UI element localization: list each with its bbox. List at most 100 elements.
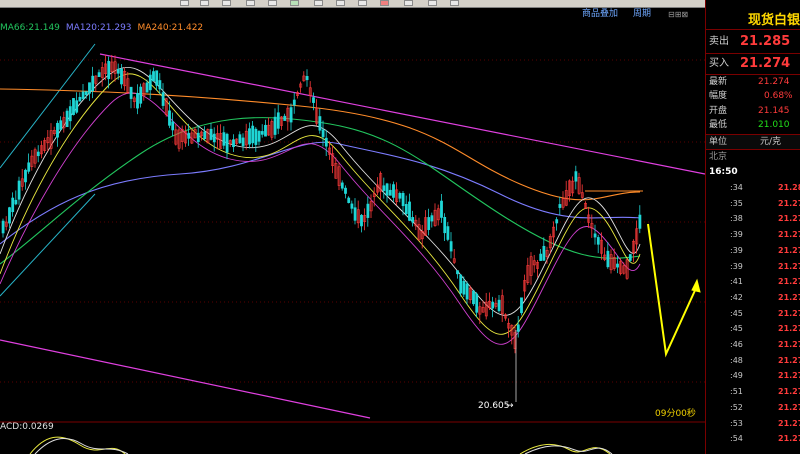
toolbar-button-icon[interactable] [180, 0, 189, 6]
toolbar-button-icon[interactable] [450, 0, 459, 6]
candle-body [8, 207, 11, 224]
tick-price: 21.27 [778, 387, 800, 397]
tick-price: 21.27 [778, 230, 800, 240]
tick-price: 21.27 [778, 434, 800, 444]
tick-row: :34 21.28 [706, 180, 800, 195]
candle-body [388, 189, 392, 196]
candle-body [353, 207, 357, 221]
candle-body [283, 115, 287, 121]
tick-price: 21.27 [778, 245, 800, 255]
tick-price: 21.27 [778, 198, 800, 208]
candle-body [411, 217, 415, 223]
candle-body [27, 162, 31, 172]
candle-body [628, 254, 632, 261]
period-button[interactable]: 周期 [633, 8, 651, 21]
latest-row: 最新 21.274 [706, 75, 800, 89]
candlestick-chart[interactable]: 20.605 → [0, 34, 705, 420]
candle-body [148, 74, 152, 91]
tick-time: :42 [730, 292, 743, 302]
toolbar-button-icon[interactable] [336, 0, 345, 6]
candle-body [465, 283, 469, 300]
tick-price: 21.27 [778, 418, 800, 428]
candle-body [392, 184, 395, 198]
candle-body [171, 121, 175, 131]
candle-body [152, 71, 155, 82]
candle-body [324, 137, 328, 147]
candle-body [385, 183, 389, 196]
tick-time: :51 [730, 387, 743, 397]
toolbar [0, 0, 800, 8]
candle-body [312, 97, 315, 103]
tick-time: :39 [730, 230, 743, 240]
window-controls-icon[interactable]: ⊟⊞⊠ [668, 8, 688, 21]
toolbar-button-icon[interactable] [290, 0, 299, 6]
candle-body [558, 204, 562, 208]
candle-body [318, 116, 322, 131]
support-line [0, 193, 96, 297]
tick-price: 21.27 [778, 340, 800, 349]
quote-title-bar: 现货白银 [706, 7, 800, 29]
toolbar-button-icon[interactable] [358, 0, 367, 6]
candle-body [427, 217, 431, 230]
candle-body [81, 91, 85, 99]
buy-label: 买入 [709, 58, 729, 69]
tick-price: 21.27 [778, 261, 800, 271]
chart-menubar: 商品叠加 周期 ⊟⊞⊠ [0, 8, 705, 21]
city-row: 北京 [706, 150, 800, 164]
quote-time: 16:50 [709, 167, 738, 177]
change-percent: 0.68% [764, 91, 793, 101]
low-price-label: 20.605 [478, 401, 510, 411]
toolbar-button-icon[interactable] [268, 0, 277, 6]
candle-body [187, 132, 191, 139]
candle-body [222, 132, 226, 146]
tick-row: :46 21.27 [706, 337, 800, 352]
tick-row: :39 21.27 [706, 227, 800, 242]
candle-body [254, 128, 258, 145]
candle-body [276, 112, 280, 129]
toolbar-button-icon[interactable] [314, 0, 323, 6]
candle-body [638, 214, 642, 229]
candle-body [248, 128, 251, 145]
time-row: 16:50 [706, 165, 800, 179]
candle-body [155, 70, 159, 86]
candle-body [88, 82, 91, 94]
candle-body [24, 169, 27, 183]
toolbar-button-icon[interactable] [428, 0, 437, 6]
candle-body [446, 226, 450, 240]
ma240-label: MA240:21.422 [137, 23, 204, 33]
sell-price: 21.285 [740, 34, 791, 49]
latest-price: 21.274 [758, 77, 790, 87]
lower-channel-line [0, 339, 371, 419]
change-row: 幅度 0.68% [706, 89, 800, 103]
upper-channel-line [99, 53, 705, 175]
tick-time: :39 [730, 261, 743, 271]
candle-body [491, 301, 495, 309]
tick-time: :52 [730, 402, 743, 412]
candle-body [78, 96, 82, 102]
latest-label: 最新 [709, 77, 728, 87]
tick-price: 21.27 [778, 214, 800, 224]
candle-body [516, 324, 520, 332]
candle-body [404, 204, 408, 215]
quote-panel: 现货白银 卖出 21.285 买入 21.274 最新 21.274 幅度 0.… [705, 0, 800, 454]
toolbar-button-icon[interactable] [246, 0, 255, 6]
candle-body [136, 93, 139, 109]
candle-body [593, 233, 597, 238]
open-price: 21.145 [758, 106, 790, 116]
tick-row: :49 21.27 [706, 368, 800, 383]
candle-body [65, 110, 69, 128]
toolbar-button-icon[interactable] [200, 0, 209, 6]
candle-body [497, 299, 501, 312]
candle-body [574, 171, 578, 182]
toolbar-button-icon[interactable] [380, 0, 389, 6]
candle-body [350, 203, 354, 209]
candle-body [17, 180, 21, 200]
overlay-button[interactable]: 商品叠加 [582, 8, 618, 21]
sell-row: 卖出 21.285 [706, 33, 800, 51]
candle-body [289, 107, 293, 123]
tick-price: 21.27 [778, 324, 800, 334]
tick-price: 21.27 [778, 308, 800, 318]
toolbar-button-icon[interactable] [404, 0, 413, 6]
toolbar-button-icon[interactable] [222, 0, 231, 6]
unit-value: 元/克 [760, 137, 782, 147]
